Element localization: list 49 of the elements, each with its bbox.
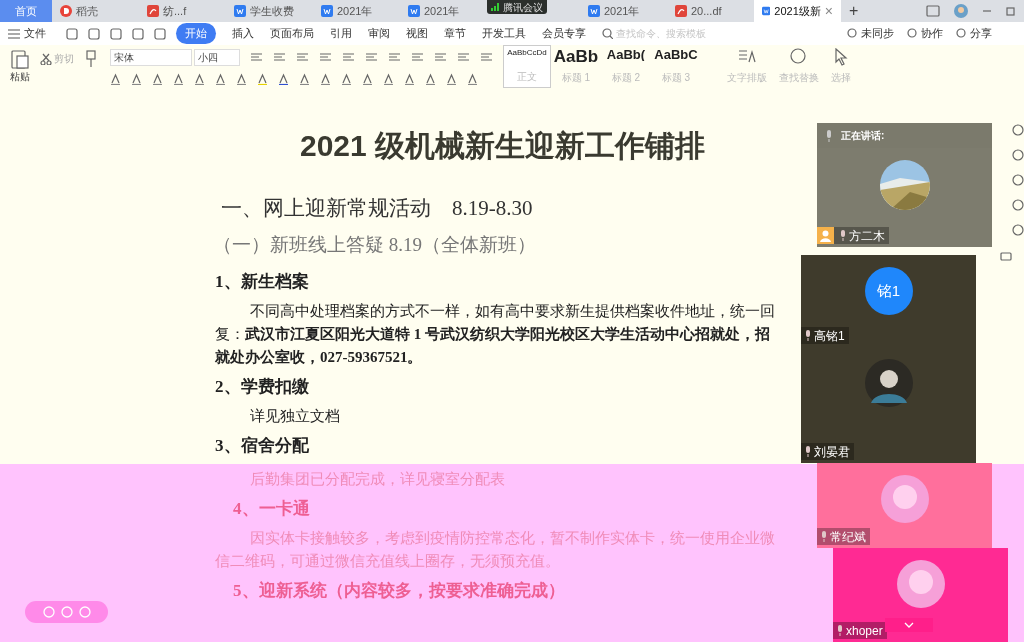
style-label: 标题 2 (611, 71, 641, 85)
menu-tab[interactable]: 开始 (176, 23, 216, 44)
menu-tab[interactable]: 视图 (406, 25, 428, 42)
item-heading: 4、一卡通 (232, 498, 311, 520)
item-heading: 1、新生档案 (215, 271, 310, 293)
menu-tab[interactable]: 开发工具 (482, 25, 526, 42)
style-sample: AaBbC (654, 48, 698, 61)
new-tab-button[interactable]: + (841, 0, 867, 23)
file-menu[interactable]: 文件 (24, 25, 46, 42)
participant-label: xhoper (833, 622, 887, 639)
subsection-heading: （一）新班线上答疑 8.19（全体新班） (213, 233, 537, 257)
font-select[interactable]: 宋体 (110, 48, 192, 66)
tab[interactable]: 2021级新 × (754, 0, 841, 22)
style-option[interactable]: AaBbC 标题 3 (651, 45, 701, 88)
action-button[interactable]: 未同步 (846, 25, 894, 42)
paragraph: 不同高中处理档案的方式不一样，如有高中要求新生提供档案收件地址，统一回复：武汉市江夏区阳光大道特 1 号武汉纺织大学阳光校区大学生活动中心招就处，招就处办公室收，027-59367521。 (215, 302, 775, 367)
participant-label: 高铭1 (801, 327, 849, 344)
paste-button[interactable]: 粘贴 (0, 45, 40, 88)
menu-tab[interactable]: 会员专享 (542, 25, 586, 42)
style-label: 标题 3 (661, 71, 691, 85)
item-heading: 2、学费扣缴 (215, 376, 310, 398)
style-sample: AaBb (553, 48, 599, 65)
action-button[interactable]: 分享 (955, 25, 992, 42)
action-button[interactable]: 协作 (906, 25, 943, 42)
paragraph: 详见独立文档 (248, 407, 341, 426)
participant-label: 方二木 (817, 227, 889, 244)
document-title: 2021 级机械新生迎新工作铺排 (298, 128, 707, 164)
menu-tab[interactable]: 审阅 (368, 25, 390, 42)
avatar: 铭1 (864, 267, 913, 315)
participant-label: 常纪斌 (817, 528, 870, 545)
meeting-badge-label: 腾讯会议 (503, 0, 543, 15)
style-sample: AaBb( (606, 48, 646, 61)
menu-tab[interactable]: 引用 (330, 25, 352, 42)
close-button[interactable]: × (824, 0, 833, 22)
item-heading: 3、宿舍分配 (215, 435, 310, 457)
participant-label: 刘晏君 (801, 443, 854, 460)
menu-tab[interactable]: 插入 (232, 25, 254, 42)
menu-tab[interactable]: 章节 (444, 25, 466, 42)
meeting-badge[interactable]: 腾讯会议 (487, 0, 547, 14)
size-select[interactable]: 小四 (194, 48, 240, 66)
speaking-label: 正在讲话: (841, 129, 885, 143)
style-option[interactable]: AaBb 标题 1 (551, 45, 601, 88)
item-heading: 5、迎新系统（内容较多，按要求准确完成） (232, 580, 566, 602)
style-sample: AaBbCcDd (507, 49, 547, 57)
style-label: 标题 1 (561, 71, 591, 85)
paragraph: 后勤集团已分配完成，详见寝室分配表 (248, 470, 506, 489)
section-heading: 一、网上迎新常规活动 8.19-8.30 (220, 195, 534, 222)
style-option[interactable]: AaBb( 标题 2 (601, 45, 651, 88)
menu-tab[interactable]: 页面布局 (270, 25, 314, 42)
